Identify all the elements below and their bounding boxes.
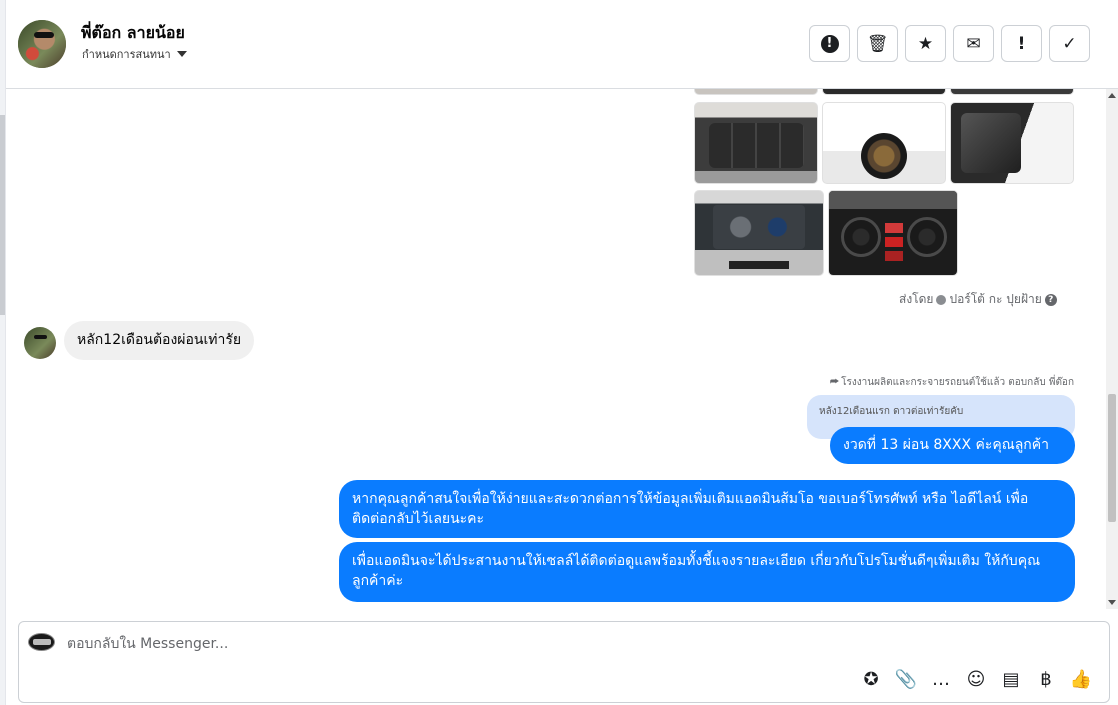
star-icon: ★ <box>917 33 934 54</box>
mail-icon: ✉ <box>966 33 981 54</box>
assign-label: กำหนดการสนทนา <box>82 48 171 61</box>
delete-button[interactable]: 🗑 <box>857 25 898 62</box>
incoming-message[interactable]: หลัก12เดือนต้องผ่อนเท่ารัย <box>64 321 255 360</box>
saved-reply-icon[interactable]: … <box>929 667 953 691</box>
thumbs-up-icon[interactable]: 👍 <box>1069 667 1093 691</box>
notes-icon[interactable]: ▤ <box>999 667 1023 691</box>
quick-reply-icon[interactable]: ✪ <box>859 667 883 691</box>
contact-name[interactable]: พี่ต๊อก ลายน้อย <box>81 21 185 46</box>
scroll-thumb[interactable] <box>1108 394 1116 522</box>
scroll-up-arrow-icon[interactable] <box>1108 93 1116 98</box>
thread-scrollbar[interactable] <box>1106 89 1118 609</box>
message-thread: ส่งโดย ปอร์โต้ กะ ปุยฝ้าย ? หลัก12เดือนต… <box>6 89 1106 609</box>
scroll-down-arrow-icon[interactable] <box>1108 600 1116 605</box>
exclamation-icon: ! <box>1017 33 1026 54</box>
conversation-header: พี่ต๊อก ลายน้อย กำหนดการสนทนา ! 🗑 ★ ✉ ! … <box>6 0 1118 89</box>
contact-avatar[interactable] <box>18 20 66 68</box>
car-photo-door-panel[interactable] <box>950 102 1074 184</box>
mark-done-button[interactable]: ✓ <box>1049 25 1090 62</box>
car-photo-dashboard[interactable] <box>828 190 958 276</box>
sent-by-line: ส่งโดย ปอร์โต้ กะ ปุยฝ้าย ? <box>899 290 1057 309</box>
composer-toolbar: ✪ 📎 … ☺ ▤ ฿ 👍 <box>859 667 1093 691</box>
reply-arrow-icon: ⮫ <box>829 377 840 388</box>
outgoing-message[interactable]: เพื่อแอดมินจะได้ประสานงานให้เซลล์ได้ติดต… <box>339 542 1075 602</box>
reply-context-label: ⮫ โรงงานผลิตและกระจายรถยนต์ใช้แล้ว ตอบกล… <box>830 375 1074 390</box>
reply-context-text: โรงงานผลิตและกระจายรถยนต์ใช้แล้ว ตอบกลับ… <box>841 377 1074 388</box>
help-icon[interactable]: ? <box>1044 293 1057 306</box>
follow-up-button[interactable]: ! <box>1001 25 1042 62</box>
car-photo-engine[interactable] <box>694 190 824 276</box>
car-photo-wheel[interactable] <box>822 102 946 184</box>
page-logo <box>28 633 55 651</box>
car-photo[interactable] <box>950 89 1074 95</box>
sent-by-name: ปอร์โต้ กะ ปุยฝ้าย <box>949 292 1042 306</box>
sent-by-prefix: ส่งโดย <box>899 292 934 306</box>
verified-icon <box>936 294 947 305</box>
outgoing-message[interactable]: งวดที่ 13 ผ่อน 8XXX ค่ะคุณลูกค้า <box>830 427 1075 464</box>
car-photo[interactable] <box>822 89 946 95</box>
header-toolbar: ! 🗑 ★ ✉ ! ✓ <box>809 25 1090 62</box>
mark-unread-button[interactable]: ✉ <box>953 25 994 62</box>
baht-icon[interactable]: ฿ <box>1034 667 1058 691</box>
mark-spam-button[interactable]: ! <box>809 25 850 62</box>
reply-input[interactable] <box>67 634 967 654</box>
caret-down-icon <box>176 51 187 57</box>
check-icon: ✓ <box>1062 33 1077 54</box>
paperclip-icon[interactable]: 📎 <box>894 667 918 691</box>
alert-circle-icon: ! <box>820 34 839 53</box>
outgoing-message[interactable]: หากคุณลูกค้าสนใจเพื่อให้ง่ายและสะดวกต่อก… <box>339 480 1075 538</box>
left-scroll-thumb[interactable] <box>0 115 5 315</box>
car-photo-rear-seats[interactable] <box>694 102 818 184</box>
star-button[interactable]: ★ <box>905 25 946 62</box>
trash-icon: 🗑 <box>866 33 889 54</box>
message-composer: ✪ 📎 … ☺ ▤ ฿ 👍 <box>18 621 1110 703</box>
contact-avatar-small[interactable] <box>24 327 56 359</box>
assign-conversation-dropdown[interactable]: กำหนดการสนทนา <box>82 45 187 63</box>
car-photo[interactable] <box>694 89 818 95</box>
emoji-icon[interactable]: ☺ <box>964 667 988 691</box>
